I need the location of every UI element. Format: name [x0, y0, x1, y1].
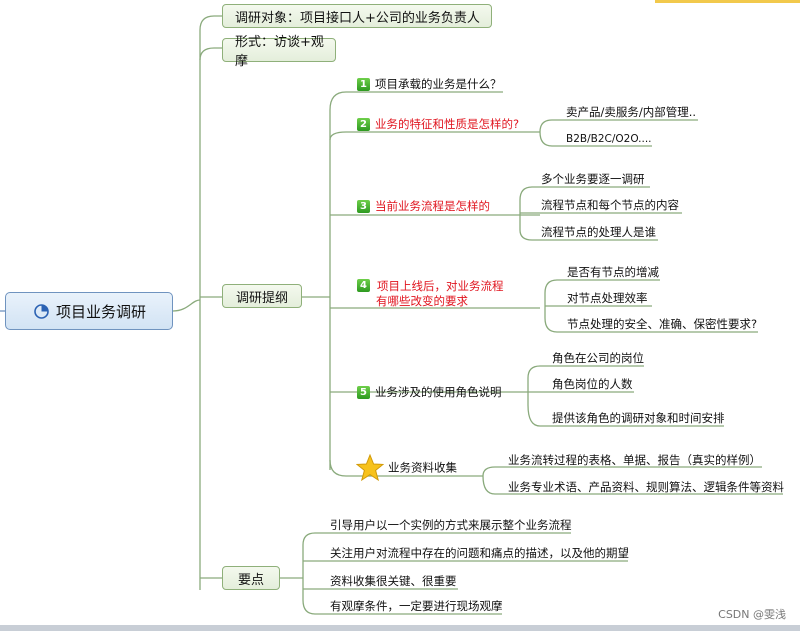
mind-map-canvas: 项目业务调研 调研对象：项目接口人+公司的业务负责人 形式：访谈+观摩 调研提纲…	[0, 0, 800, 631]
outline-item-2-child-1[interactable]: 卖产品/卖服务/内部管理..	[566, 106, 696, 119]
outline-item-3-child-1[interactable]: 多个业务要逐一调研	[541, 173, 645, 186]
outline-item-5[interactable]: 5 业务涉及的使用角色说明	[357, 386, 502, 399]
outline-item-4-child-1[interactable]: 是否有节点的增减	[567, 266, 659, 279]
outline-item-1-label: 项目承载的业务是什么？	[375, 77, 502, 91]
outline-item-5-child-2[interactable]: 角色岗位的人数	[552, 378, 633, 391]
outline-item-3-label: 当前业务流程是怎样的	[375, 199, 490, 213]
branch-outline[interactable]: 调研提纲	[222, 284, 302, 308]
number-badge-4: 4	[357, 279, 370, 292]
number-badge-2: 2	[357, 118, 370, 131]
outline-item-4-child-2[interactable]: 对节点处理效率	[567, 292, 648, 305]
outline-item-materials-label: 业务资料收集	[388, 460, 457, 475]
point-1[interactable]: 引导用户以一个实例的方式来展示整个业务流程	[330, 519, 572, 532]
branch-points[interactable]: 要点	[222, 566, 280, 590]
outline-item-materials-child-1[interactable]: 业务流转过程的表格、单据、报告（真实的样例）	[508, 454, 761, 467]
point-3[interactable]: 资料收集很关键、很重要	[330, 575, 457, 588]
watermark: CSDN @雯浅	[718, 608, 786, 621]
outline-item-materials-child-2[interactable]: 业务专业术语、产品资料、规则算法、逻辑条件等资料	[508, 481, 784, 494]
outline-item-3[interactable]: 3 当前业务流程是怎样的	[357, 200, 490, 213]
point-4[interactable]: 有观摩条件，一定要进行现场观摩	[330, 600, 503, 613]
outline-item-2-child-2[interactable]: B2B/B2C/O2O....	[566, 134, 652, 145]
branch-points-label: 要点	[237, 572, 264, 588]
outline-item-5-label: 业务涉及的使用角色说明	[375, 385, 502, 399]
outline-item-2[interactable]: 2 业务的特征和性质是怎样的?	[357, 118, 519, 131]
number-badge-5: 5	[357, 386, 370, 399]
branch-outline-label: 调研提纲	[235, 290, 288, 306]
outline-item-4-label-line2: 有哪些改变的要求	[376, 294, 468, 308]
outline-item-3-child-2[interactable]: 流程节点和每个节点的内容	[541, 199, 679, 212]
outline-item-4-child-3[interactable]: 节点处理的安全、准确、保密性要求?	[567, 318, 757, 331]
branch-form-label: 形式：访谈+观摩	[235, 35, 324, 69]
pie-chart-icon	[34, 304, 49, 319]
root-label: 项目业务调研	[56, 302, 147, 321]
outline-item-4-label-line1: 项目上线后，对业务流程	[377, 279, 504, 293]
outline-item-3-child-3[interactable]: 流程节点的处理人是谁	[541, 226, 656, 239]
branch-target-label: 调研对象：项目接口人+公司的业务负责人	[235, 10, 480, 26]
outline-item-1[interactable]: 1 项目承载的业务是什么？	[357, 78, 502, 91]
bottom-scroll-edge	[0, 625, 800, 631]
branch-form[interactable]: 形式：访谈+观摩	[222, 35, 336, 69]
point-2[interactable]: 关注用户对流程中存在的问题和痛点的描述，以及他的期望	[330, 547, 629, 560]
root-topic[interactable]: 项目业务调研	[5, 292, 173, 330]
number-badge-3: 3	[357, 200, 370, 213]
outline-item-5-child-1[interactable]: 角色在公司的岗位	[552, 352, 644, 365]
outline-item-5-child-3[interactable]: 提供该角色的调研对象和时间安排	[552, 412, 725, 425]
branch-target[interactable]: 调研对象：项目接口人+公司的业务负责人	[222, 4, 492, 28]
outline-item-4[interactable]: 4 项目上线后，对业务流程 有哪些改变的要求	[357, 279, 504, 309]
outline-item-2-label: 业务的特征和性质是怎样的?	[375, 117, 520, 131]
star-icon	[355, 453, 385, 482]
top-edge-accent	[655, 0, 800, 3]
number-badge-1: 1	[357, 78, 370, 91]
outline-item-materials[interactable]: 业务资料收集	[355, 453, 457, 482]
